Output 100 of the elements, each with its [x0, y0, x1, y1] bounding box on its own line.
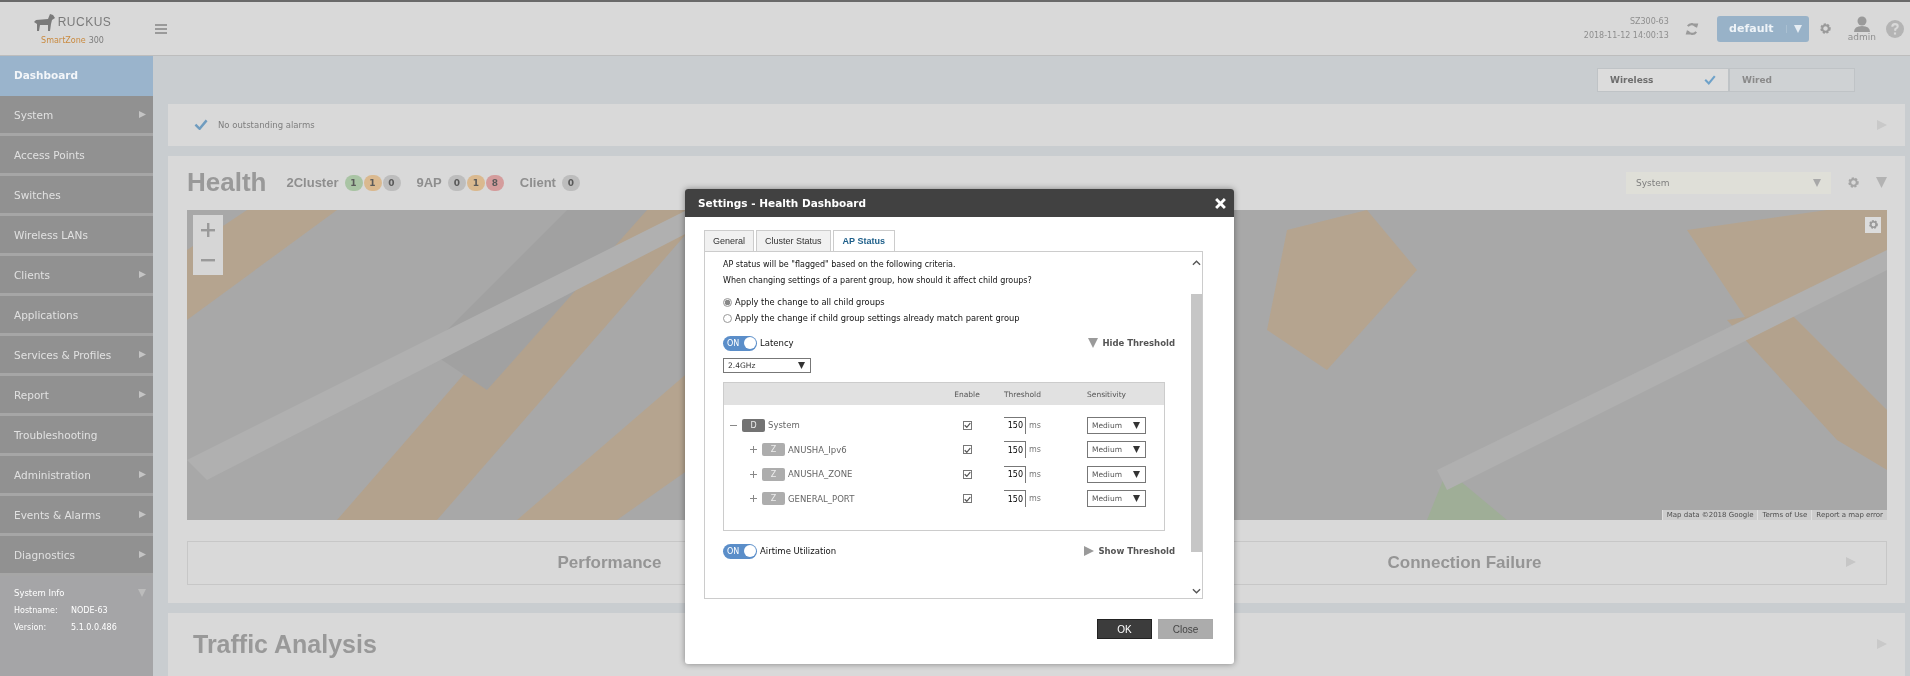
radio-button[interactable] — [723, 297, 732, 307]
menu-icon[interactable] — [155, 23, 167, 34]
field-value: 5.1.0.0.486 — [71, 623, 117, 632]
view-tab[interactable]: Wired — [1729, 68, 1855, 92]
checkbox[interactable] — [962, 420, 972, 430]
dropdown-arrow-icon — [1133, 421, 1140, 429]
toggle-switch[interactable]: ON — [723, 543, 757, 559]
count-badge: 8 — [485, 174, 504, 191]
tab[interactable]: General — [704, 230, 755, 251]
expand-icon[interactable] — [750, 470, 757, 478]
settings-icon — [1867, 219, 1879, 231]
product-name: SmartZone — [41, 36, 86, 45]
nav-item[interactable]: Diagnostics — [0, 536, 153, 576]
dog-icon — [33, 12, 56, 32]
dropdown-arrow-icon — [1133, 495, 1140, 503]
panel-title: Health — [187, 167, 267, 199]
user-icon — [1852, 15, 1871, 32]
count-label: 9AP — [416, 175, 442, 191]
dropdown-arrow-icon — [1133, 470, 1140, 478]
dropdown-arrow-icon — [798, 362, 805, 369]
check-icon — [1704, 75, 1716, 85]
nav-item[interactable]: Administration — [0, 456, 153, 496]
criterion-label: Airtime Utilization — [760, 546, 837, 556]
minus-icon — [201, 257, 215, 262]
caret-down-icon — [1088, 338, 1099, 348]
close-icon[interactable] — [1215, 197, 1226, 209]
check-icon — [963, 422, 971, 429]
expand-icon[interactable] — [750, 495, 757, 503]
scroll-down-icon — [1192, 588, 1201, 594]
threshold-field[interactable]: 150 — [1004, 490, 1026, 508]
panel-title: Traffic Analysis — [193, 629, 377, 659]
card-title: Performance — [557, 552, 662, 573]
count-badge: 0 — [382, 174, 401, 191]
unit-label: ms — [1029, 494, 1041, 504]
count-badge: 0 — [561, 174, 580, 191]
count-badge: 1 — [363, 174, 382, 191]
dropdown-arrow-icon — [1133, 446, 1140, 454]
nav-item[interactable]: Applications — [0, 296, 153, 336]
collapse-icon — [1876, 177, 1887, 189]
help-icon[interactable] — [1886, 19, 1904, 38]
radio-button[interactable] — [723, 313, 732, 323]
product-model: 300 — [88, 36, 104, 45]
close-button[interactable]: Close — [1158, 619, 1213, 639]
threshold-field[interactable]: 150 — [1004, 465, 1026, 483]
threshold-field[interactable]: 150 — [1004, 416, 1026, 434]
refresh-icon[interactable] — [1684, 21, 1699, 36]
checkbox[interactable] — [962, 445, 972, 455]
nav-item[interactable]: Dashboard — [0, 56, 153, 96]
count-badge: 1 — [344, 174, 363, 191]
alarm-text: No outstanding alarms — [218, 119, 315, 130]
count-badge: 1 — [466, 174, 485, 191]
option-label: Apply the change if child group settings already match parent group — [735, 313, 1020, 323]
threshold-toggle[interactable]: Show Threshold — [1084, 546, 1175, 556]
check-icon — [194, 119, 208, 131]
checkbox[interactable] — [962, 494, 972, 504]
field-value: NODE-63 — [71, 606, 108, 615]
nav-item[interactable]: Access Points — [0, 136, 153, 176]
nav-item[interactable]: Wireless LANs — [0, 216, 153, 256]
count-label: 2Cluster — [286, 175, 339, 191]
intro-text: AP status will be "flagged" based on the following criteria. — [723, 259, 957, 271]
group-name: ANUSHA_ZONE — [788, 469, 853, 480]
check-icon — [963, 446, 971, 453]
count-label: Client — [519, 175, 556, 191]
threshold-toggle[interactable]: Hide Threshold — [1088, 338, 1175, 348]
field-label: Version: — [14, 623, 48, 632]
group-name: ANUSHA_Ipv6 — [788, 444, 847, 455]
ok-button[interactable]: OK — [1097, 619, 1152, 639]
scroll-up-icon — [1192, 260, 1201, 266]
question-text: When changing settings of a parent group, how should it affect child groups? — [723, 275, 1033, 287]
settings-icon[interactable] — [1847, 176, 1860, 190]
nav-item[interactable]: System — [0, 96, 153, 136]
view-tab[interactable]: Wireless — [1597, 68, 1729, 92]
unit-label: ms — [1029, 469, 1041, 479]
toggle-switch[interactable]: ON — [723, 335, 757, 351]
domain-button[interactable]: default — [1716, 15, 1809, 42]
user-menu[interactable]: admin — [1847, 15, 1876, 42]
plus-icon — [201, 222, 215, 237]
threshold-field[interactable]: 150 — [1004, 441, 1026, 459]
nav-item[interactable]: Report — [0, 376, 153, 416]
group-name: GENERAL_PORT — [788, 493, 855, 504]
caret-right-icon — [1084, 546, 1095, 556]
check-icon — [963, 495, 971, 502]
nav-item[interactable]: Services & Profiles — [0, 336, 153, 376]
dialog-title: Settings - Health Dashboard — [698, 197, 866, 209]
scrollbar-thumb[interactable] — [1191, 294, 1202, 552]
dropdown-arrow-icon — [1813, 178, 1821, 187]
field-label: Hostname: — [14, 606, 59, 615]
scope-select[interactable]: System — [1626, 171, 1831, 194]
nav-item[interactable]: Clients — [0, 256, 153, 296]
checkbox[interactable] — [962, 469, 972, 479]
nav-item[interactable]: Events & Alarms — [0, 496, 153, 536]
nav-item[interactable]: Switches — [0, 176, 153, 216]
settings-icon[interactable] — [1818, 22, 1832, 35]
hostname-text: SZ300-63 — [1629, 15, 1669, 28]
tab[interactable]: Cluster Status — [756, 230, 831, 251]
zone-badge: Z — [762, 467, 785, 481]
expand-icon[interactable] — [750, 446, 757, 454]
option-label: Apply the change to all child groups — [735, 297, 885, 307]
nav-item[interactable]: Troubleshooting — [0, 416, 153, 456]
tab[interactable]: AP Status — [832, 230, 895, 251]
